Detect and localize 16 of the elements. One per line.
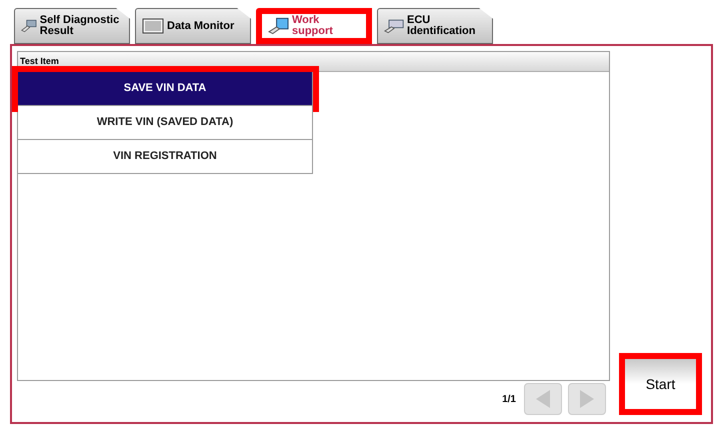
tab[interactable]: Data Monitor bbox=[135, 8, 251, 44]
tool-screen-icon bbox=[268, 17, 289, 35]
tab[interactable]: ECU Identification bbox=[377, 8, 493, 44]
page-indicator: 1/1 bbox=[502, 392, 516, 406]
test-item-row[interactable]: VIN REGISTRATION bbox=[18, 140, 313, 174]
next-page-button[interactable] bbox=[568, 383, 606, 415]
start-button[interactable]: Start bbox=[619, 353, 702, 415]
previous-page-button[interactable] bbox=[524, 383, 562, 415]
diagnostic-tool-icon bbox=[21, 17, 37, 35]
tab[interactable]: Work support bbox=[256, 8, 372, 44]
monitor-icon bbox=[142, 18, 164, 34]
tab[interactable]: Self Diagnostic Result bbox=[14, 8, 130, 44]
left-triangle-icon bbox=[536, 390, 550, 408]
ecu-device-icon bbox=[384, 17, 404, 35]
right-triangle-icon bbox=[580, 390, 594, 408]
test-item-row[interactable]: WRITE VIN (SAVED DATA) bbox=[18, 106, 313, 140]
